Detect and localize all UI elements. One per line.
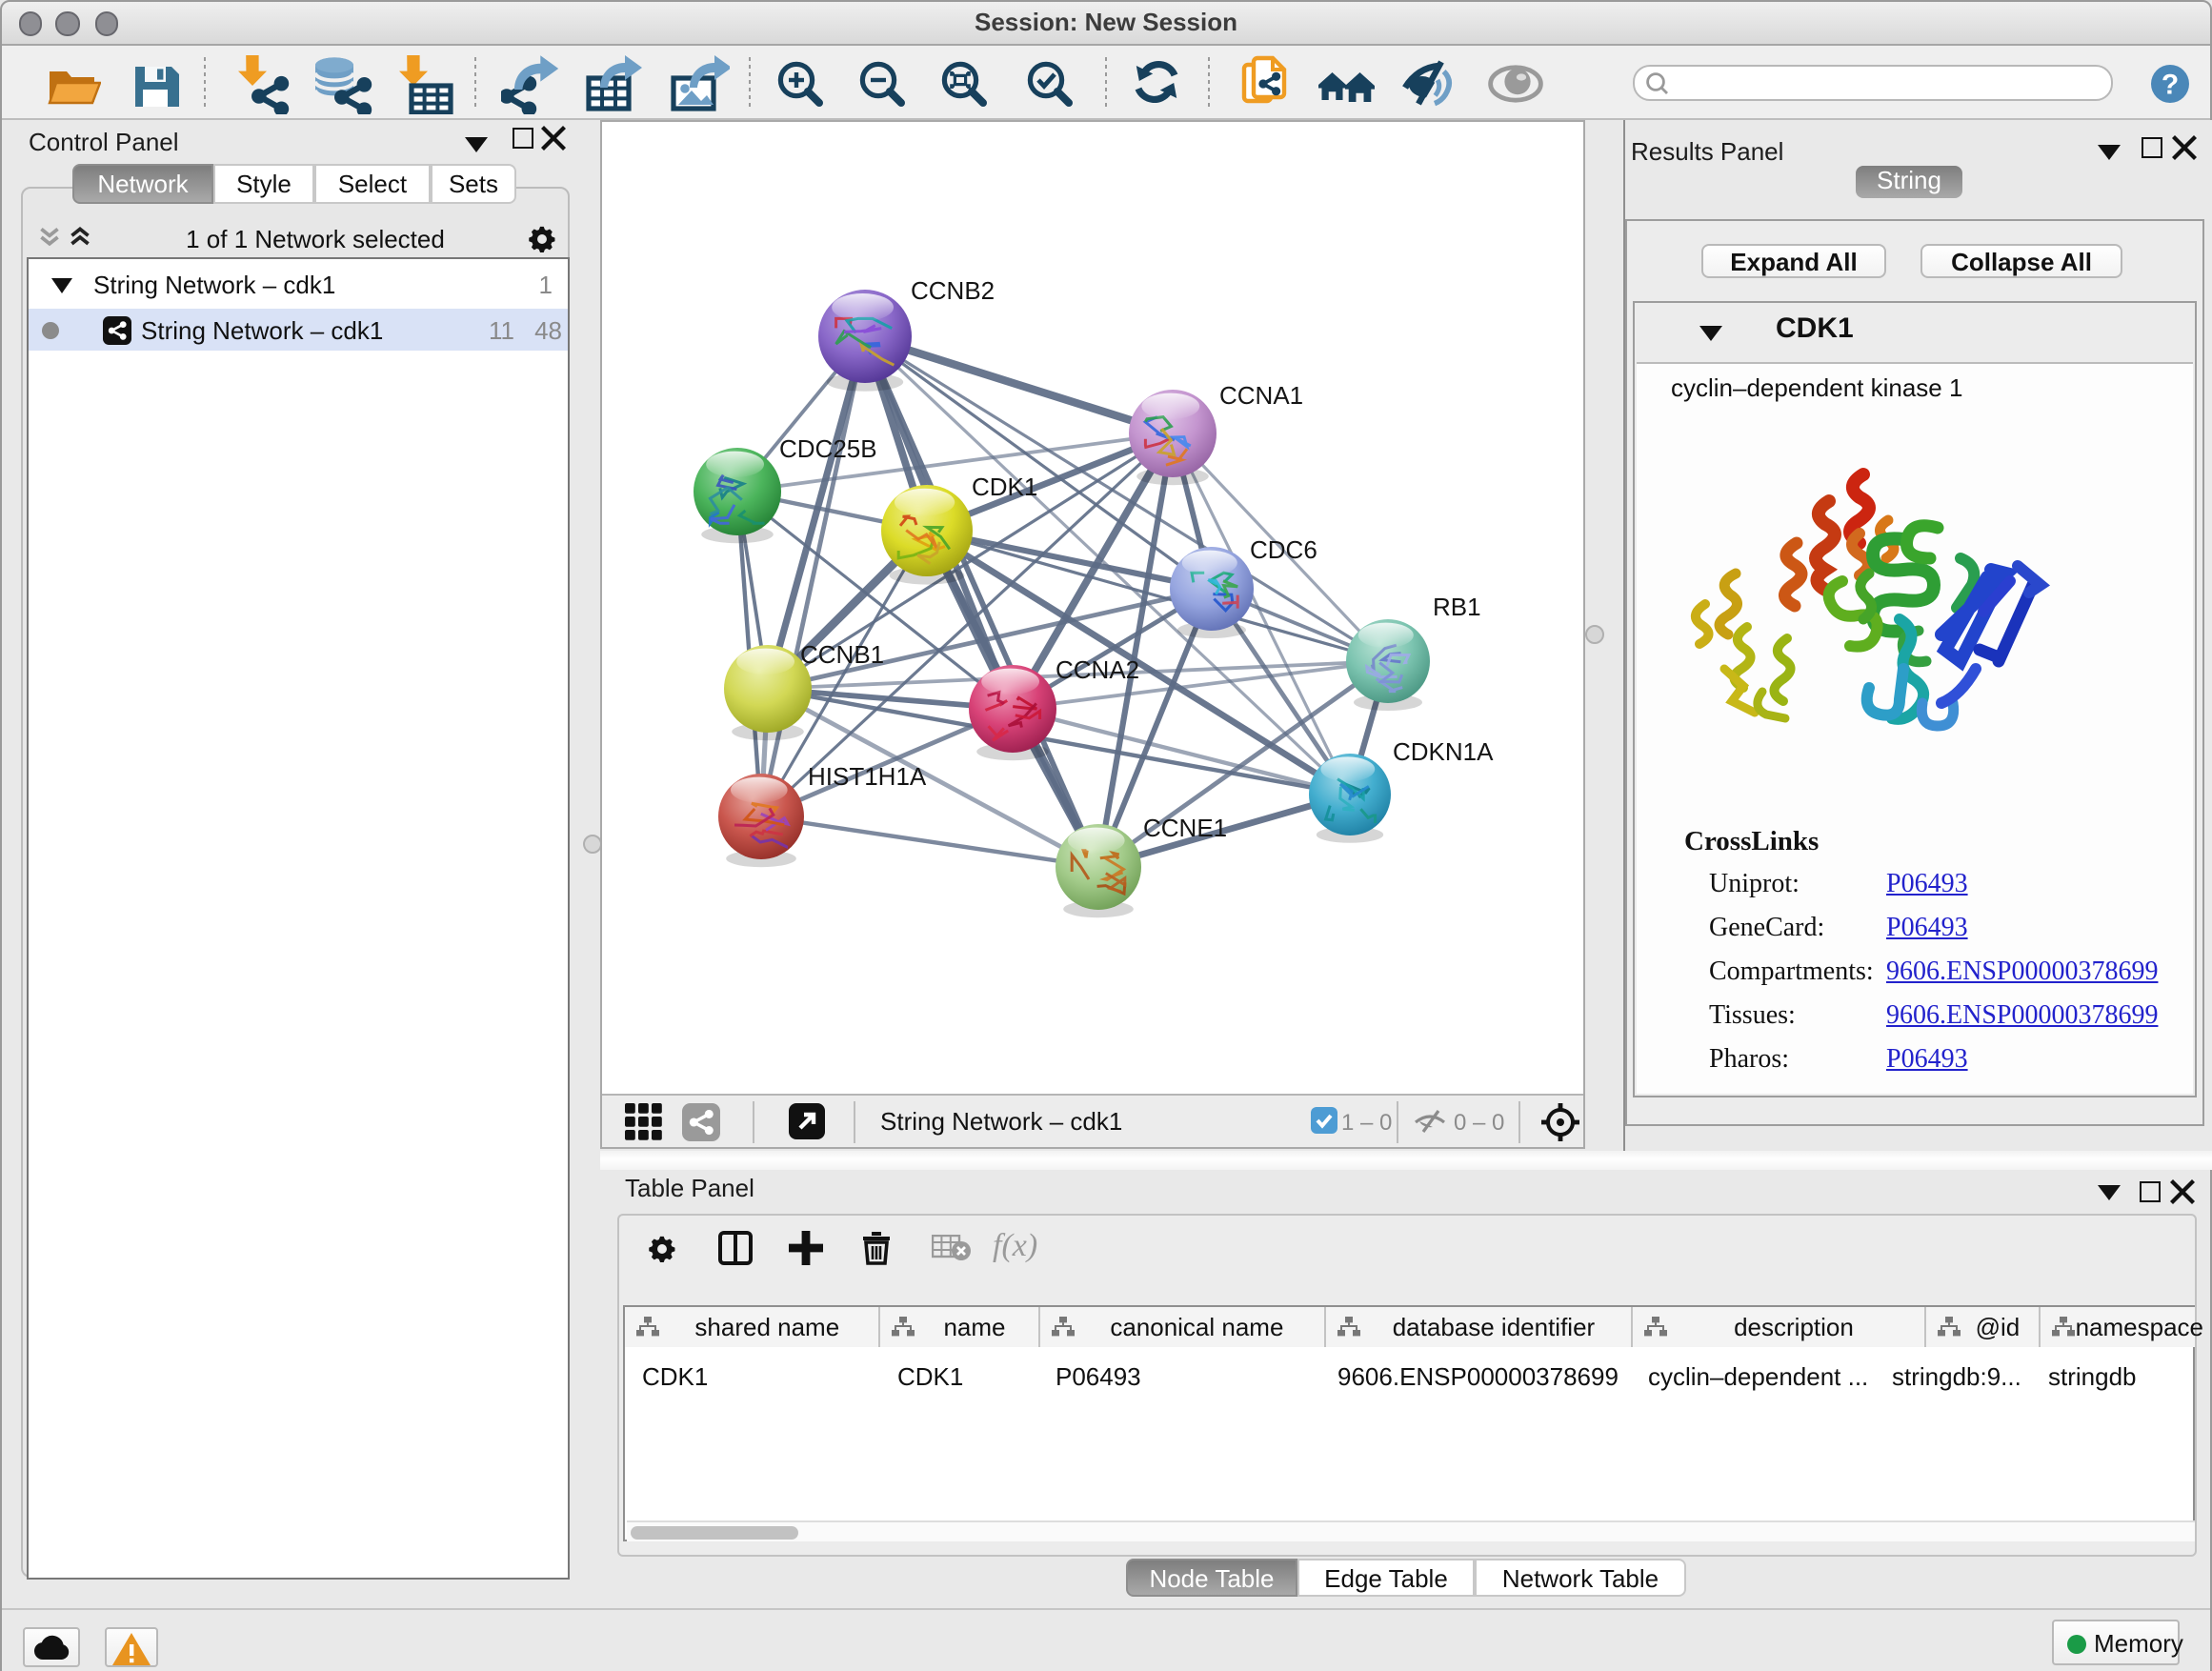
svg-text:CCNE1: CCNE1	[1143, 814, 1227, 842]
svg-text:CCNA1: CCNA1	[1219, 381, 1303, 410]
svg-text:CDKN1A: CDKN1A	[1393, 737, 1494, 766]
svg-text:?: ?	[2162, 69, 2179, 100]
svg-text:CDC25B: CDC25B	[779, 434, 877, 463]
svg-text:CDK1: CDK1	[972, 473, 1037, 501]
svg-text:CCNB2: CCNB2	[911, 276, 995, 305]
svg-text:HIST1H1A: HIST1H1A	[808, 762, 927, 791]
svg-text:CDC6: CDC6	[1250, 535, 1317, 564]
svg-text:RB1: RB1	[1433, 593, 1481, 621]
svg-text:CCNB1: CCNB1	[800, 640, 884, 669]
svg-text:CCNA2: CCNA2	[1056, 655, 1139, 684]
